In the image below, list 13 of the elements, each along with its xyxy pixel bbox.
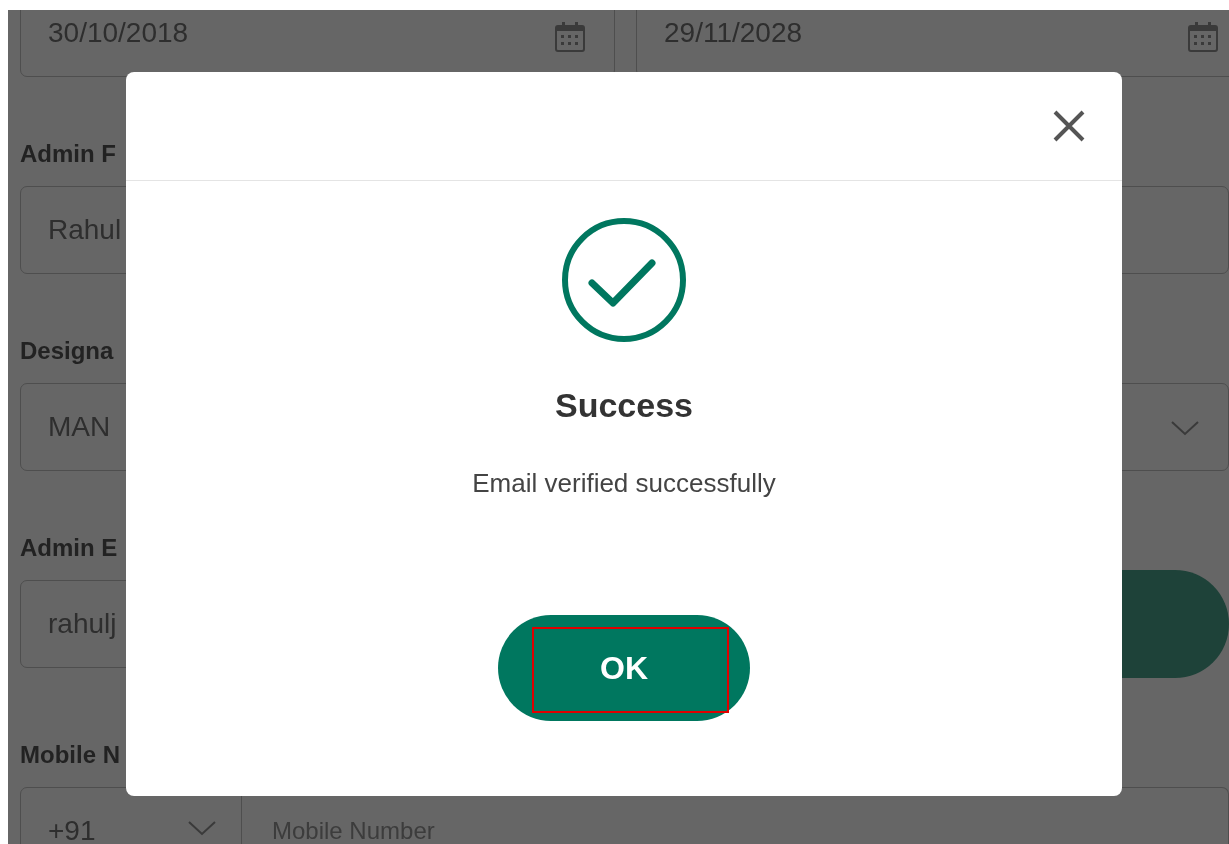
calendar-icon [1187, 20, 1219, 54]
field-label: Designa [20, 336, 115, 366]
check-circle-icon [561, 217, 687, 343]
field-label: Mobile N [20, 740, 121, 770]
dialog-message: Email verified successfully [472, 467, 776, 499]
field-label: Admin E [20, 533, 119, 563]
field-label: Admin F [20, 139, 117, 169]
ok-button[interactable]: OK [498, 615, 750, 721]
calendar-icon [554, 20, 586, 54]
chevron-down-icon [187, 820, 217, 836]
dialog-title: Success [555, 385, 693, 425]
close-icon[interactable] [1052, 109, 1086, 143]
chevron-down-icon [1170, 420, 1200, 436]
